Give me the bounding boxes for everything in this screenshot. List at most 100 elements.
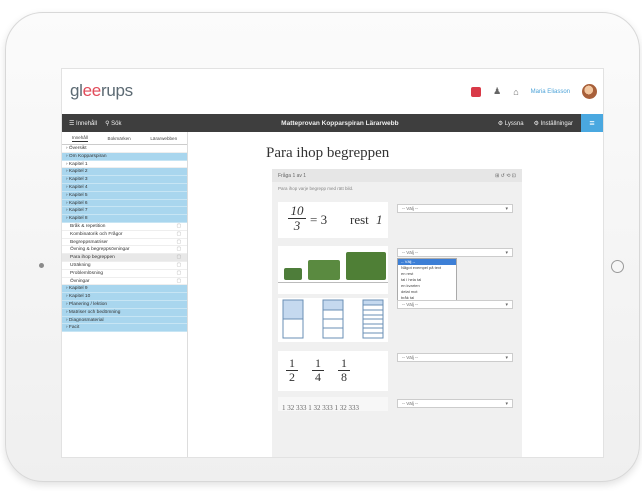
sidebar-item-label: › Kapitel 3 bbox=[66, 177, 88, 183]
sidebar-item-label: › Kapitel 8 bbox=[66, 216, 88, 222]
checkbox-icon[interactable]: ▢ bbox=[176, 270, 181, 277]
sidebar-item[interactable]: › Kapitel 8 bbox=[62, 215, 187, 223]
sidebar-item[interactable]: › Diagnosmaterial bbox=[62, 316, 187, 325]
sidebar-item-label: Uträkning bbox=[70, 262, 91, 268]
panel-tools-icon[interactable]: ⊞ ↺ ⟲ ⊡ bbox=[495, 173, 516, 179]
sidebar-tabs: Innehåll Bokmärken Lärarwebben bbox=[62, 132, 187, 145]
fraction-numerator: 10 bbox=[288, 204, 306, 219]
logo-part: ee bbox=[82, 81, 102, 100]
sidebar-item-label: › Diagnosmaterial bbox=[66, 317, 104, 323]
sidebar-item-label: › Kapitel 1 bbox=[66, 161, 88, 167]
fraction-equals: = 3 bbox=[310, 212, 328, 227]
tablet-frame: gleerups ♟ ⌂ Maria Eliasson ☰ Innehåll ⚲… bbox=[5, 12, 640, 482]
main-content: Para ihop begreppen Fråga 1 av 1 ⊞ ↺ ⟲ ⊡… bbox=[202, 132, 593, 457]
sidebar-item[interactable]: › Facit bbox=[62, 324, 187, 333]
sidebar-item[interactable]: Problemlösning ▢ bbox=[62, 269, 187, 278]
checkbox-icon[interactable]: ▢ bbox=[176, 278, 181, 285]
checkbox-icon[interactable]: ▢ bbox=[176, 239, 181, 246]
sidebar-item-label: Begreppsmatriser bbox=[70, 239, 108, 245]
numbers-row: 1 32 333 1 32 333 1 32 333 bbox=[282, 404, 359, 412]
numbers-row-card: 1 32 333 1 32 333 1 32 333 bbox=[278, 397, 388, 412]
user-icon[interactable]: ♟ bbox=[493, 86, 501, 97]
sidebar-item[interactable]: › Kapitel 5 bbox=[62, 191, 187, 200]
sidebar-item-label: Övning & begreppsövningar bbox=[70, 247, 130, 253]
sidebar-item[interactable]: › Om Kopparspiran bbox=[62, 152, 187, 161]
sidebar-item[interactable]: › Kapitel 1 bbox=[62, 160, 187, 169]
fraction: 14 bbox=[312, 357, 324, 384]
nav-bar: ☰ Innehåll ⚲ Sök Matteprovan Kopparspira… bbox=[62, 114, 603, 132]
fraction-denominator: 3 bbox=[293, 218, 301, 233]
instructions: Para ihop varje begrepp med rätt bild. bbox=[278, 186, 354, 191]
sidebar-item[interactable]: › Kapitel 4 bbox=[62, 183, 187, 192]
sidebar-item[interactable]: Kombinatorik och Frågor ▢ bbox=[62, 230, 187, 239]
sidebar-item-label: › Kapitel 2 bbox=[66, 169, 88, 175]
sidebar-item-label: › Kapitel 5 bbox=[66, 192, 88, 198]
camera-icon bbox=[39, 263, 44, 268]
sidebar-item[interactable]: › Kapitel 3 bbox=[62, 176, 187, 184]
sidebar-list: › Översikt › Om Kopparspiran › Kapitel 1 › … bbox=[62, 145, 187, 333]
sidebar-item[interactable]: › Planering / lektion bbox=[62, 300, 187, 309]
fraction: 12 bbox=[286, 357, 298, 384]
sidebar-item[interactable]: › Kapitel 2 bbox=[62, 168, 187, 177]
sidebar-item[interactable]: Para ihop begreppen ▢ bbox=[62, 254, 187, 262]
sidebar-item-label: › Matriser och bedömning bbox=[66, 309, 121, 315]
sidebar-item[interactable]: Övning & begreppsövningar ▢ bbox=[62, 246, 187, 255]
sidebar-item-label: › Kapitel 9 bbox=[66, 286, 88, 292]
app-screen: gleerups ♟ ⌂ Maria Eliasson ☰ Innehåll ⚲… bbox=[61, 68, 604, 458]
answer-select-3[interactable]: -- Välj -- bbox=[397, 300, 513, 309]
fractions-row-card: 121418 bbox=[278, 351, 388, 391]
sidebar-item[interactable]: › Kapitel 10 bbox=[62, 293, 187, 301]
sidebar-item-label: Para ihop begreppen bbox=[70, 255, 115, 261]
small-truck-icon bbox=[284, 268, 302, 280]
notification-icon[interactable] bbox=[471, 86, 482, 97]
sidebar-item[interactable]: Begreppsmatriser ▢ bbox=[62, 238, 187, 247]
book-title: Matteprovan Kopparspiran Lärarwebb bbox=[281, 119, 399, 127]
answer-select-1[interactable]: -- Välj -- bbox=[397, 204, 513, 213]
sidebar-item[interactable]: Övningar ▢ bbox=[62, 277, 187, 286]
answer-dropdown-list[interactable]: -- Välj -- Något exempel på text en rest ta… bbox=[397, 258, 457, 302]
sidebar-item[interactable]: › Matriser och bedömning bbox=[62, 308, 187, 317]
listen-button[interactable]: ⚙ Lyssna bbox=[498, 120, 524, 127]
checkbox-icon[interactable]: ▢ bbox=[176, 231, 181, 238]
sidebar-item[interactable]: › Översikt bbox=[62, 145, 187, 153]
sidebar-item[interactable]: › Kapitel 6 bbox=[62, 199, 187, 208]
checkbox-icon[interactable]: ▢ bbox=[176, 223, 181, 230]
settings-button[interactable]: ⚙ Inställningar bbox=[534, 120, 573, 127]
sidebar-item-label: Övningar bbox=[70, 278, 90, 284]
home-icon[interactable]: ⌂ bbox=[513, 87, 518, 97]
user-name[interactable]: Maria Eliasson bbox=[531, 89, 570, 95]
sidebar-item-label: › Kapitel 10 bbox=[66, 294, 91, 300]
answer-select-4[interactable]: -- Välj -- bbox=[397, 353, 513, 362]
content-menu-button[interactable]: ☰ Innehåll bbox=[69, 120, 97, 127]
avatar[interactable] bbox=[582, 84, 597, 99]
sidebar-item-label: Problemlösning bbox=[70, 270, 104, 276]
home-button[interactable] bbox=[611, 260, 624, 273]
top-icons: ♟ ⌂ Maria Eliasson bbox=[471, 84, 597, 99]
answer-select-2[interactable]: -- Välj -- bbox=[397, 248, 513, 257]
search-button[interactable]: ⚲ Sök bbox=[105, 120, 121, 127]
tab-teacher[interactable]: Lärarwebben bbox=[150, 136, 177, 141]
sidebar-item[interactable]: Bråk & repetition ▢ bbox=[62, 222, 187, 231]
sidebar-item-label: › Kapitel 7 bbox=[66, 208, 88, 214]
fraction: 18 bbox=[338, 357, 350, 384]
sidebar-item-label: › Översikt bbox=[66, 146, 87, 151]
checkbox-icon[interactable]: ▢ bbox=[176, 254, 181, 261]
checkbox-icon[interactable]: ▢ bbox=[176, 246, 181, 253]
checkbox-icon[interactable]: ▢ bbox=[176, 262, 181, 269]
hamburger-menu-button[interactable]: ≡ bbox=[581, 114, 603, 132]
answer-select-5[interactable]: -- Välj -- bbox=[397, 399, 513, 408]
page-title: Para ihop begreppen bbox=[266, 145, 390, 161]
sidebar-item[interactable]: Uträkning ▢ bbox=[62, 261, 187, 270]
sidebar-item[interactable]: › Kapitel 7 bbox=[62, 207, 187, 216]
rest-value: 1 bbox=[376, 212, 383, 227]
truck-image-card bbox=[278, 246, 388, 294]
fraction-denominator: 2 bbox=[289, 370, 295, 384]
gleerups-logo[interactable]: gleerups bbox=[70, 81, 133, 101]
fraction-numerator: 1 bbox=[312, 357, 324, 371]
tab-contents[interactable]: Innehåll bbox=[71, 135, 88, 142]
sidebar-item[interactable]: › Kapitel 9 bbox=[62, 285, 187, 294]
logo-part: rups bbox=[100, 81, 133, 100]
sidebar-item-label: › Om Kopparspiran bbox=[66, 153, 107, 159]
tab-bookmarks[interactable]: Bokmärken bbox=[108, 136, 131, 141]
fraction-denominator: 8 bbox=[341, 370, 347, 384]
